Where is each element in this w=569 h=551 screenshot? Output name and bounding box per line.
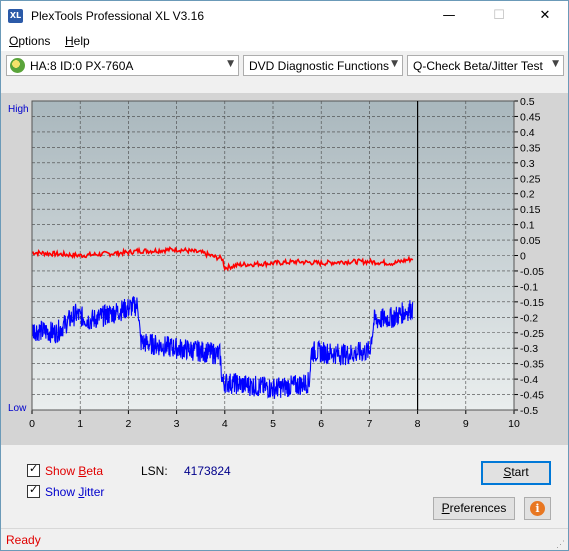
x-tick-label: 6 xyxy=(318,418,324,430)
x-tick-label: 4 xyxy=(222,418,228,430)
y-left-label-low: Low xyxy=(8,403,27,414)
y-tick-label: -0.05 xyxy=(520,266,544,278)
toolbar: HA:8 ID:0 PX-760A ▼ DVD Diagnostic Funct… xyxy=(1,51,568,81)
test-select-value: Q-Check Beta/Jitter Test xyxy=(413,59,543,73)
x-tick-label: 1 xyxy=(77,418,83,430)
chevron-down-icon: ▼ xyxy=(227,59,234,69)
x-tick-label: 10 xyxy=(508,418,520,430)
menu-help[interactable]: Help xyxy=(65,34,90,48)
y-tick-label: 0.2 xyxy=(520,189,535,201)
show-beta-rest: eta xyxy=(86,464,104,478)
info-icon: i xyxy=(530,501,545,516)
checkmark-icon: ✓ xyxy=(29,483,39,496)
y-tick-label: 0.05 xyxy=(520,235,541,247)
preferences-label: references xyxy=(449,501,507,515)
resize-grip-icon[interactable]: ⋰ xyxy=(556,539,566,549)
chevron-down-icon: ▼ xyxy=(391,59,398,69)
y-tick-label: -0.5 xyxy=(520,405,538,417)
show-beta-pre: Show xyxy=(45,464,79,478)
function-select[interactable]: DVD Diagnostic Functions ▼ xyxy=(243,55,403,76)
menu-options-accel: O xyxy=(9,34,19,48)
show-jitter-pre: Show xyxy=(45,485,79,499)
y-tick-label: 0.5 xyxy=(520,96,535,108)
y-tick-label: -0.25 xyxy=(520,328,544,340)
y-tick-label: 0 xyxy=(520,251,526,263)
show-beta-label[interactable]: Show Beta xyxy=(45,464,103,478)
function-select-value: DVD Diagnostic Functions xyxy=(249,59,390,73)
drive-select-value: HA:8 ID:0 PX-760A xyxy=(30,59,134,73)
close-button[interactable]: ✕ xyxy=(522,1,568,31)
disc-drive-icon xyxy=(10,58,25,73)
y-tick-label: 0.3 xyxy=(520,158,535,170)
start-button[interactable]: Start xyxy=(481,461,551,485)
menu-help-accel: H xyxy=(65,34,74,48)
y-tick-label: 0.1 xyxy=(520,220,535,232)
status-bar: Ready ⋰ xyxy=(1,528,568,550)
window-title: PlexTools Professional XL V3.16 xyxy=(31,9,204,23)
y-tick-label: -0.4 xyxy=(520,374,538,386)
status-text: Ready xyxy=(6,533,41,547)
checkmark-icon: ✓ xyxy=(29,462,39,475)
maximize-button[interactable]: ☐ xyxy=(476,1,522,31)
lsn-label: LSN: xyxy=(141,464,168,478)
beta-jitter-chart: 0.5 0.45 0.4 0.35 0.3 0.25 0.2 0.15 0.1 0.05 0 -0.0… xyxy=(8,96,544,430)
show-jitter-checkbox[interactable]: ✓ xyxy=(27,483,40,498)
show-jitter-label[interactable]: Show Jitter xyxy=(45,485,104,499)
start-label: tart xyxy=(511,465,529,479)
title-bar: XL PlexTools Professional XL V3.16 — ☐ ✕ xyxy=(1,1,568,31)
menu-bar: Options Help xyxy=(1,31,568,51)
info-button[interactable]: i xyxy=(524,497,551,520)
x-tick-label: 3 xyxy=(174,418,180,430)
lsn-value: 4173824 xyxy=(184,464,231,478)
preferences-accel: P xyxy=(441,501,450,515)
menu-help-label: elp xyxy=(73,34,90,48)
plextools-app-icon: XL xyxy=(8,9,23,23)
menu-options-label: ptions xyxy=(18,34,51,48)
chart-panel: 0.5 0.45 0.4 0.35 0.3 0.25 0.2 0.15 0.1 0.05 0 -0.0… xyxy=(1,93,568,445)
x-tick-label: 2 xyxy=(125,418,131,430)
y-tick-label: 0.45 xyxy=(520,111,541,123)
app-window: XL PlexTools Professional XL V3.16 — ☐ ✕… xyxy=(0,0,569,551)
y-tick-label: -0.3 xyxy=(520,343,538,355)
y-tick-label: 0.15 xyxy=(520,204,541,216)
y-left-label-high: High xyxy=(8,104,29,115)
drive-select[interactable]: HA:8 ID:0 PX-760A ▼ xyxy=(6,55,239,76)
test-select[interactable]: Q-Check Beta/Jitter Test ▼ xyxy=(407,55,564,76)
x-tick-label: 0 xyxy=(29,418,35,430)
chevron-down-icon: ▼ xyxy=(552,59,559,69)
y-tick-label: 0.35 xyxy=(520,142,541,154)
y-tick-label: -0.2 xyxy=(520,312,538,324)
y-tick-label: -0.35 xyxy=(520,359,544,371)
minimize-button[interactable]: — xyxy=(426,1,472,31)
x-tick-label: 7 xyxy=(366,418,372,430)
y-tick-label: -0.15 xyxy=(520,297,544,309)
show-beta-checkbox[interactable]: ✓ xyxy=(27,462,40,477)
x-tick-label: 9 xyxy=(463,418,469,430)
y-tick-label: 0.4 xyxy=(520,127,535,139)
x-tick-label: 8 xyxy=(415,418,421,430)
show-jitter-rest: itter xyxy=(84,485,105,499)
menu-options[interactable]: Options xyxy=(9,34,50,48)
y-tick-label: -0.45 xyxy=(520,390,544,402)
x-tick-label: 5 xyxy=(270,418,276,430)
y-tick-label: -0.1 xyxy=(520,281,538,293)
preferences-button[interactable]: Preferences xyxy=(433,497,515,520)
options-panel: ✓ Show Beta ✓ Show Jitter LSN: 4173824 S… xyxy=(1,446,568,528)
y-tick-label: 0.25 xyxy=(520,173,541,185)
